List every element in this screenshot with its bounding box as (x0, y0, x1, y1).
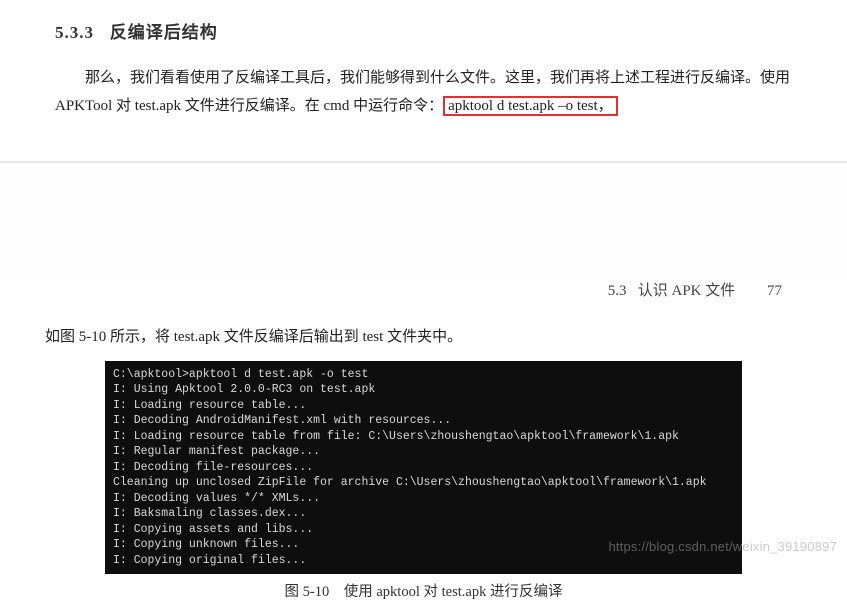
page-gap (0, 161, 847, 279)
page-number: 77 (767, 283, 782, 299)
top-page-section: 5.3.3 反编译后结构 那么，我们看看使用了反编译工具后，我们能够得到什么文件… (0, 0, 847, 161)
page2-paragraph: 如图 5-10 所示，将 test.apk 文件反编译后输出到 test 文件夹… (45, 324, 802, 351)
running-header: 5.3 认识 APK 文件 77 (45, 279, 802, 300)
header-section-name: 认识 APK 文件 (638, 283, 736, 299)
section-paragraph: 那么，我们看看使用了反编译工具后，我们能够得到什么文件。这里，我们再将上述工程进… (55, 65, 792, 121)
para-text: 那么，我们看看使用了反编译工具后，我们能够得到什么文件。这里，我们再将上述工程进… (55, 70, 790, 114)
watermark-text: https://blog.csdn.net/weixin_39190897 (608, 539, 837, 554)
section-number: 5.3.3 (55, 23, 94, 42)
highlighted-command: apktool d test.apk –o test， (443, 96, 618, 116)
header-section-ref: 5.3 (608, 283, 627, 299)
section-heading: 5.3.3 反编译后结构 (55, 18, 792, 43)
figure-caption: 图 5-10 使用 apktool 对 test.apk 进行反编译 (45, 580, 802, 601)
section-title: 反编译后结构 (110, 23, 218, 42)
